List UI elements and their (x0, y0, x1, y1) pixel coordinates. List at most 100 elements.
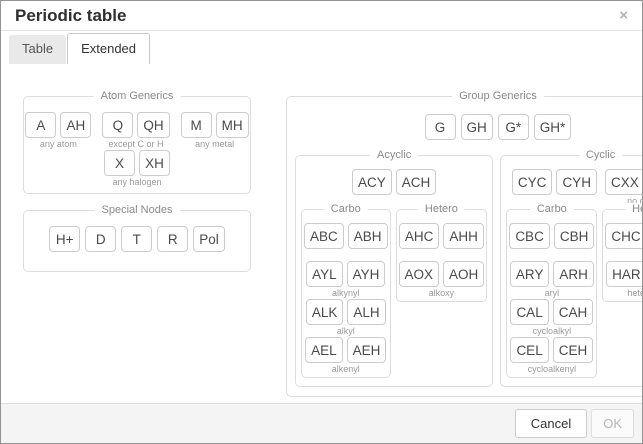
node-button-ael[interactable]: AEL (305, 337, 343, 363)
node-button-ayh[interactable]: AYH (347, 261, 386, 287)
special-nodes-fieldset: Special Nodes H+DTRPol (23, 210, 251, 272)
button-pair: CHCCHH (605, 223, 642, 249)
node-button-cah[interactable]: CAH (553, 299, 594, 325)
node-button-ah[interactable]: AH (60, 112, 91, 138)
button-pair-group: AAHany atom (25, 112, 91, 150)
node-button-t[interactable]: T (121, 226, 152, 252)
node-button-ghstar[interactable]: GH* (534, 114, 572, 140)
button-pair-group: AHCAHH (399, 223, 484, 261)
acyclic-carbo-legend: Carbo (324, 203, 368, 216)
right-column: Group Generics GGHG*GH* Acyclic ACYACH C… (286, 96, 642, 403)
cyclic-carbo-fieldset: Carbo CBCCBH ARYARHarylCALCAHcycloalkylC… (506, 209, 597, 378)
node-button-cel[interactable]: CEL (510, 337, 548, 363)
group-generics-legend: Group Generics (452, 90, 544, 103)
node-button-chc[interactable]: CHC (605, 223, 642, 249)
cyclic-carbo-legend: Carbo (530, 203, 574, 216)
pair-caption: cycloalkenyl (528, 363, 577, 375)
node-button-hplus[interactable]: H+ (49, 226, 80, 252)
button-pair: MMH (181, 112, 249, 138)
button-pair-group: CYCCYH (512, 169, 597, 207)
node-button-aeh[interactable]: AEH (347, 337, 387, 363)
atom-generics-fieldset: Atom Generics AAHany atomQQHexcept C or … (23, 96, 251, 194)
node-button-a[interactable]: A (25, 112, 56, 138)
node-button-m[interactable]: M (181, 112, 212, 138)
node-button-d[interactable]: D (85, 226, 116, 252)
button-pair: CALCAH (510, 299, 593, 325)
node-button-r[interactable]: R (157, 226, 188, 252)
acyclic-carbo-hetero-row: Carbo ABCABH AYLAYHalkynylALKALHalkylAEL… (299, 209, 489, 378)
node-button-ahc[interactable]: AHC (399, 223, 440, 249)
node-button-cxx[interactable]: CXX (605, 169, 642, 195)
pair-caption (345, 249, 348, 261)
acyclic-carbo-pairs: ABCABH AYLAYHalkynylALKALHalkylAELAEHalk… (304, 223, 388, 375)
node-button-alh[interactable]: ALH (347, 299, 385, 325)
node-button-arh[interactable]: ARH (553, 261, 594, 287)
acyclic-hetero-legend: Hetero (418, 203, 465, 216)
pair-caption: any metal (195, 138, 234, 150)
node-button-aox[interactable]: AOX (399, 261, 440, 287)
cyclic-legend: Cyclic (579, 149, 622, 162)
node-button-abh[interactable]: ABH (348, 223, 388, 249)
node-button-q[interactable]: Q (102, 112, 133, 138)
button-pair-group: ACYACH (352, 169, 436, 207)
node-button-acy[interactable]: ACY (352, 169, 392, 195)
node-button-ceh[interactable]: CEH (553, 337, 594, 363)
node-button-ayl[interactable]: AYL (306, 261, 343, 287)
node-button-abc[interactable]: ABC (304, 223, 344, 249)
tab-extended[interactable]: Extended (67, 33, 150, 64)
node-button-har[interactable]: HAR (606, 261, 642, 287)
cancel-button[interactable]: Cancel (515, 409, 587, 438)
periodic-table-dialog: Periodic table × Table Extended Atom Gen… (0, 0, 643, 444)
tab-bar: Table Extended (1, 31, 642, 64)
pair-caption: alkoxy (429, 287, 455, 299)
node-button-mh[interactable]: MH (216, 112, 249, 138)
close-icon[interactable]: × (617, 8, 630, 23)
node-button-cbc[interactable]: CBC (509, 223, 550, 249)
ok-button[interactable]: OK (591, 409, 634, 438)
left-column: Atom Generics AAHany atomQQHexcept C or … (23, 96, 251, 403)
button-pair: ACYACH (352, 169, 436, 195)
button-pair: HARHAH (606, 261, 642, 287)
node-button-pol[interactable]: Pol (193, 226, 225, 252)
pair-caption: alkynyl (332, 287, 360, 299)
button-pair: CELCEH (510, 337, 593, 363)
node-button-ach[interactable]: ACH (396, 169, 437, 195)
node-button-x[interactable]: X (104, 150, 135, 176)
acyclic-fieldset: Acyclic ACYACH Carbo ABCABH AYLAYHalkyny… (295, 155, 493, 387)
node-button-cbh[interactable]: CBH (554, 223, 595, 249)
pair-caption (551, 249, 554, 261)
button-pair-group: ABCABH (304, 223, 388, 261)
group-generics-row: GGHG*GH* (293, 114, 642, 140)
dialog-body: Atom Generics AAHany atomQQHexcept C or … (1, 64, 642, 403)
button-pair-group: HARHAHhetero aryl (606, 261, 642, 299)
cyclic-hetero-pairs: CHCCHH HARHAHhetero aryl (605, 223, 642, 299)
node-button-xh[interactable]: XH (139, 150, 170, 176)
node-button-g[interactable]: G (425, 114, 456, 140)
node-button-cal[interactable]: CAL (510, 299, 548, 325)
node-button-aoh[interactable]: AOH (443, 261, 484, 287)
node-button-gh[interactable]: GH (461, 114, 493, 140)
button-pair: CYCCYH (512, 169, 597, 195)
cyclic-carbo-hetero-row: Carbo CBCCBH ARYARHarylCALCAHcycloalkylC… (504, 209, 642, 378)
pair-caption: cycloalkyl (533, 325, 572, 337)
pair-caption: alkenyl (332, 363, 360, 375)
node-button-cyc[interactable]: CYC (512, 169, 553, 195)
node-button-ahh[interactable]: AHH (443, 223, 484, 249)
button-pair: ABCABH (304, 223, 388, 249)
node-button-gstar[interactable]: G* (498, 114, 529, 140)
cyclic-fieldset: Cyclic CYCCYH CXXCXHno carbon Carbo CBCC… (500, 155, 642, 387)
pair-caption: alkyl (337, 325, 355, 337)
button-pair-group: CALCAHcycloalkyl (510, 299, 593, 337)
tab-table[interactable]: Table (9, 35, 66, 64)
cyclic-hetero-fieldset: Hetero CHCCHH HARHAHhetero aryl (602, 209, 642, 302)
button-pair: CXXCXH (605, 169, 642, 195)
cyclic-top-row: CYCCYH CXXCXHno carbon (504, 169, 642, 207)
node-button-ary[interactable]: ARY (510, 261, 550, 287)
acyclic-hetero-fieldset: Hetero AHCAHH AOXAOHalkoxy (396, 209, 488, 302)
atom-generics-row-1: AAHany atomQQHexcept C or HMMHany metal (30, 112, 244, 150)
dialog-title: Periodic table (15, 6, 126, 26)
node-button-alk[interactable]: ALK (306, 299, 344, 325)
pair-caption: except C or H (108, 138, 163, 150)
node-button-qh[interactable]: QH (137, 112, 169, 138)
node-button-cyh[interactable]: CYH (556, 169, 597, 195)
